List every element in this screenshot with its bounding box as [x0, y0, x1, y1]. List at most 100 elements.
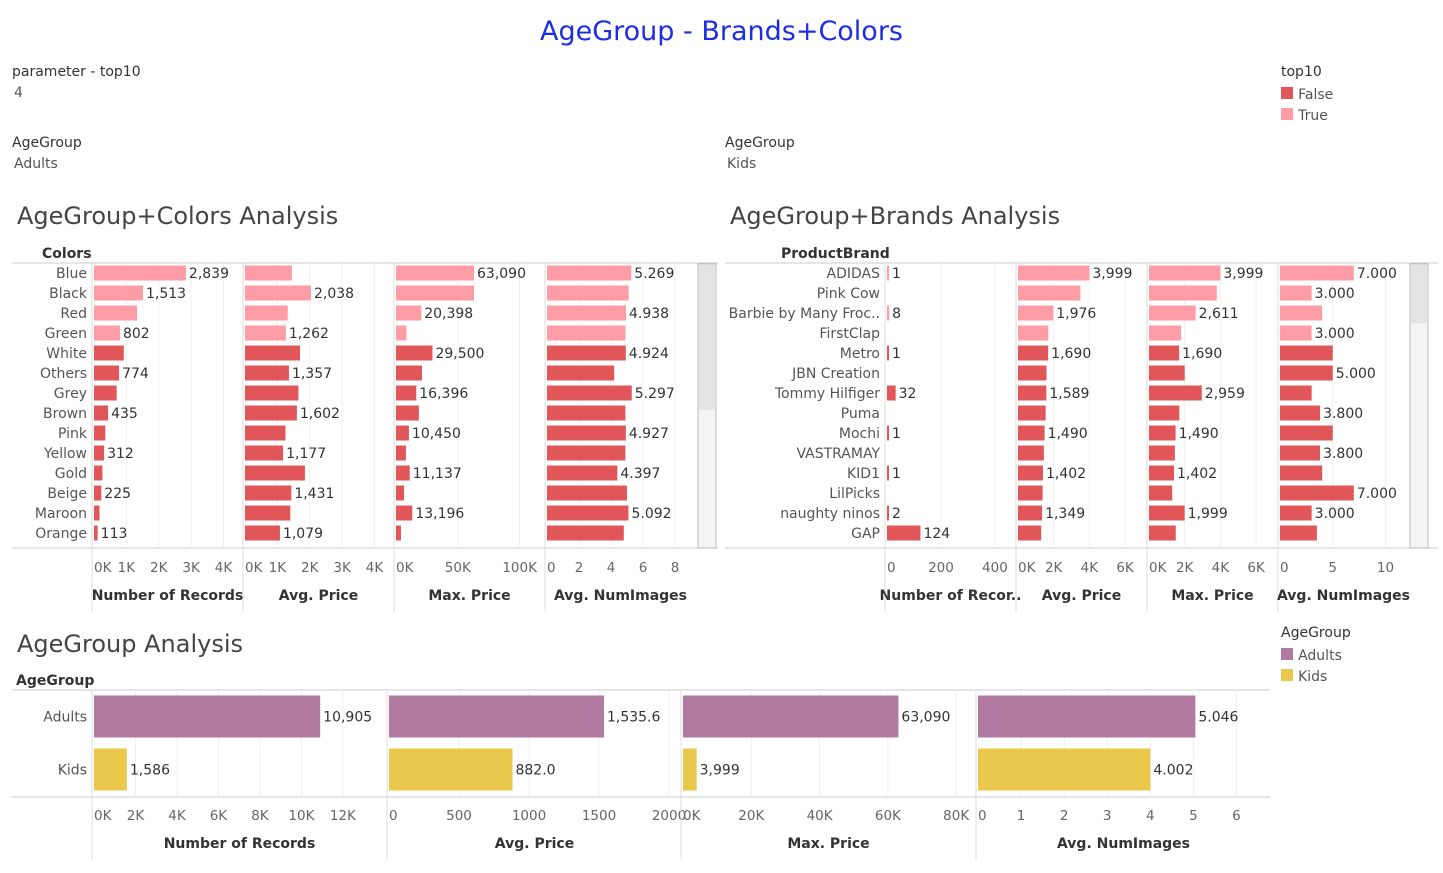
data-label-max-price-pink: 10,450 — [412, 426, 461, 442]
data-label-number-of-recor-naughty-ninos: 2 — [892, 506, 901, 522]
bar-max-price-blue — [396, 265, 475, 281]
bar-avg-numimages-barbie-by-many-froc — [1280, 305, 1323, 321]
tick-label-3-0: 0 — [547, 560, 556, 576]
bar-number-of-recor-gap — [887, 525, 921, 541]
data-label-avg-price-kid1: 1,402 — [1046, 466, 1086, 482]
bar-avg-price-vastramay — [1018, 445, 1044, 461]
bar-number-of-records-white — [94, 345, 124, 361]
data-label-number-of-recor-kid1: 1 — [892, 466, 901, 482]
bar-number-of-records-beige — [94, 485, 102, 501]
data-label-avg-numimages-grey: 5.297 — [635, 386, 675, 402]
bar-avg-price-others — [245, 365, 289, 381]
agegroup-filter-value-left[interactable]: Adults — [14, 156, 58, 172]
data-label-max-price-tommy-hilfiger: 2,959 — [1205, 386, 1245, 402]
bar-avg-numimages-firstclap — [1280, 325, 1312, 341]
data-label-avg-numimages-vastramay: 3.800 — [1323, 446, 1363, 462]
tick-label-1-2: 2K — [301, 560, 320, 576]
bar-avg-price-green — [245, 325, 286, 341]
tick-label-1-2: 1000 — [512, 808, 546, 824]
axis-title-number-of-recor: Number of Recor.. — [880, 588, 1022, 604]
bar-avg-numimages-black — [547, 285, 629, 301]
tick-label-3-6: 6 — [1232, 808, 1241, 824]
bar-number-of-recor-barbie-by-many-froc — [887, 305, 890, 321]
category-label-naughty-ninos: naughty ninos — [780, 506, 880, 522]
tick-label-3-3: 3 — [1103, 808, 1112, 824]
bar-max-price-green — [396, 325, 407, 341]
legend-label-adults: Adults — [1298, 648, 1342, 664]
bar-number-of-recor-adidas — [887, 265, 889, 281]
category-label-brown: Brown — [43, 406, 87, 422]
colors-chart: Colors Blue Black Red Green White Others Grey Br… — [12, 246, 718, 612]
bar-avg-price-naughty-ninos — [1018, 505, 1043, 521]
tick-label-2-4: 80K — [943, 808, 970, 824]
data-label-avg-price-green: 1,262 — [289, 326, 329, 342]
axis-title-max-price: Max. Price — [428, 588, 510, 604]
bar-avg-price-black — [245, 285, 311, 301]
bar-avg-numimages-naughty-ninos — [1280, 505, 1312, 521]
agegroup-filter-value-right[interactable]: Kids — [727, 156, 756, 172]
bar-avg-numimages-gold — [547, 465, 618, 481]
category-label-mochi: Mochi — [839, 426, 880, 442]
category-label-green: Green — [45, 326, 87, 342]
data-label-avg-price-yellow: 1,177 — [286, 446, 326, 462]
legend-item-true[interactable]: True — [1281, 105, 1333, 124]
bar-avg-price-lilpicks — [1018, 485, 1043, 501]
tick-label-2-1: 50K — [445, 560, 472, 576]
bar-number-of-records-black — [94, 285, 143, 301]
bar-avg-numimages-red — [547, 305, 627, 321]
bar-max-price-vastramay — [1149, 445, 1175, 461]
agegroup-legend: AgeGroup Adults Kids — [1281, 625, 1351, 685]
bar-avg-price-white — [245, 345, 301, 361]
data-label-max-price-naughty-ninos: 1,999 — [1188, 506, 1228, 522]
bar-max-price-naughty-ninos — [1149, 505, 1185, 521]
bar-avg-price-mochi — [1018, 425, 1045, 441]
tick-label-3-2: 4 — [607, 560, 616, 576]
agegroup-filter-label-right: AgeGroup — [725, 135, 795, 151]
bar-max-price-gap — [1149, 525, 1176, 541]
bar-avg-numimages-beige — [547, 485, 627, 501]
tick-label-1-3: 6K — [1116, 560, 1135, 576]
bar-number-of-records-adults — [94, 695, 321, 738]
legend-swatch-true — [1281, 108, 1293, 120]
legend-item-false[interactable]: False — [1281, 84, 1333, 103]
bar-avg-price-adidas — [1018, 265, 1090, 281]
data-label-avg-price-others: 1,357 — [292, 366, 332, 382]
bar-number-of-recor-tommy-hilfiger — [887, 385, 896, 401]
bar-avg-numimages-metro — [1280, 345, 1333, 361]
bar-avg-numimages-white — [547, 345, 626, 361]
parameter-value[interactable]: 4 — [14, 85, 23, 101]
data-label-avg-numimages-blue: 5.269 — [634, 266, 674, 282]
bar-number-of-recor-metro — [887, 345, 889, 361]
tick-label-1-4: 4K — [366, 560, 385, 576]
bar-number-of-records-brown — [94, 405, 109, 421]
bar-max-price-kid1 — [1149, 465, 1175, 481]
data-label-avg-price-black: 2,038 — [314, 286, 354, 302]
data-label-max-price-metro: 1,690 — [1182, 346, 1222, 362]
legend-label-kids: Kids — [1298, 669, 1328, 685]
data-label-max-price-grey: 16,396 — [419, 386, 468, 402]
tick-label-3-0: 0 — [978, 808, 987, 824]
data-label-max-price-kid1: 1,402 — [1177, 466, 1217, 482]
tick-label-2-0: 0K — [1149, 560, 1168, 576]
bar-max-price-red — [396, 305, 422, 321]
data-label-avg-numimages-pink: 4.927 — [629, 426, 669, 442]
tick-label-2-2: 40K — [807, 808, 834, 824]
bar-number-of-records-pink — [94, 425, 106, 441]
data-label-number-of-records-others: 774 — [122, 366, 149, 382]
legend-item-kids[interactable]: Kids — [1281, 666, 1351, 685]
bar-avg-price-maroon — [245, 505, 291, 521]
bar-avg-numimages-maroon — [547, 505, 629, 521]
data-label-number-of-records-orange: 113 — [101, 526, 128, 542]
data-label-avg-numimages-adidas: 7.000 — [1357, 266, 1397, 282]
data-label-avg-price-barbie-by-many-froc: 1,976 — [1056, 306, 1096, 322]
bar-max-price-adults — [683, 695, 899, 738]
category-label-white: White — [46, 346, 87, 362]
bar-max-price-grey — [396, 385, 417, 401]
axis-title-max-price: Max. Price — [1171, 588, 1253, 604]
data-label-avg-numimages-lilpicks: 7.000 — [1357, 486, 1397, 502]
bar-max-price-lilpicks — [1149, 485, 1173, 501]
data-label-avg-numimages-white: 4.924 — [629, 346, 669, 362]
tick-label-2-1: 2K — [1176, 560, 1195, 576]
legend-item-adults[interactable]: Adults — [1281, 645, 1351, 664]
bar-avg-price-adults — [389, 695, 604, 738]
